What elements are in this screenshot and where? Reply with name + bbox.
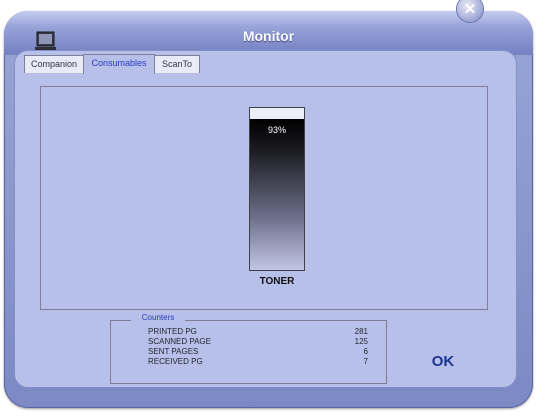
title-bar[interactable]: Monitor xyxy=(4,11,533,55)
counter-value: 6 xyxy=(363,347,368,356)
counter-row: RECEIVED PG 7 xyxy=(148,357,368,367)
toner-label: TONER xyxy=(259,276,295,287)
toner-level-fill xyxy=(250,119,304,270)
counter-row: SENT PAGES 6 xyxy=(148,347,368,357)
tab-companion[interactable]: Companion xyxy=(24,55,84,73)
counter-label: PRINTED PG xyxy=(148,327,197,336)
counter-row: SCANNED PAGE 125 xyxy=(148,337,368,347)
counter-label: SCANNED PAGE xyxy=(148,337,211,346)
window-title: Monitor xyxy=(242,28,295,44)
counter-value: 7 xyxy=(363,357,368,366)
counter-label: RECEIVED PG xyxy=(148,357,203,366)
tab-scanto[interactable]: ScanTo xyxy=(154,55,200,73)
counter-value: 125 xyxy=(354,337,368,346)
ok-button[interactable]: OK xyxy=(430,352,456,372)
counter-row: PRINTED PG 281 xyxy=(148,327,368,337)
close-icon: ✕ xyxy=(463,1,477,18)
counter-label: SENT PAGES xyxy=(148,347,199,356)
tab-consumables[interactable]: Consumables xyxy=(83,54,155,74)
counter-value: 281 xyxy=(354,327,368,336)
counters-legend: Counters xyxy=(131,313,185,322)
toner-percent: 93% xyxy=(267,125,286,135)
toner-gauge: 93% xyxy=(249,107,305,271)
